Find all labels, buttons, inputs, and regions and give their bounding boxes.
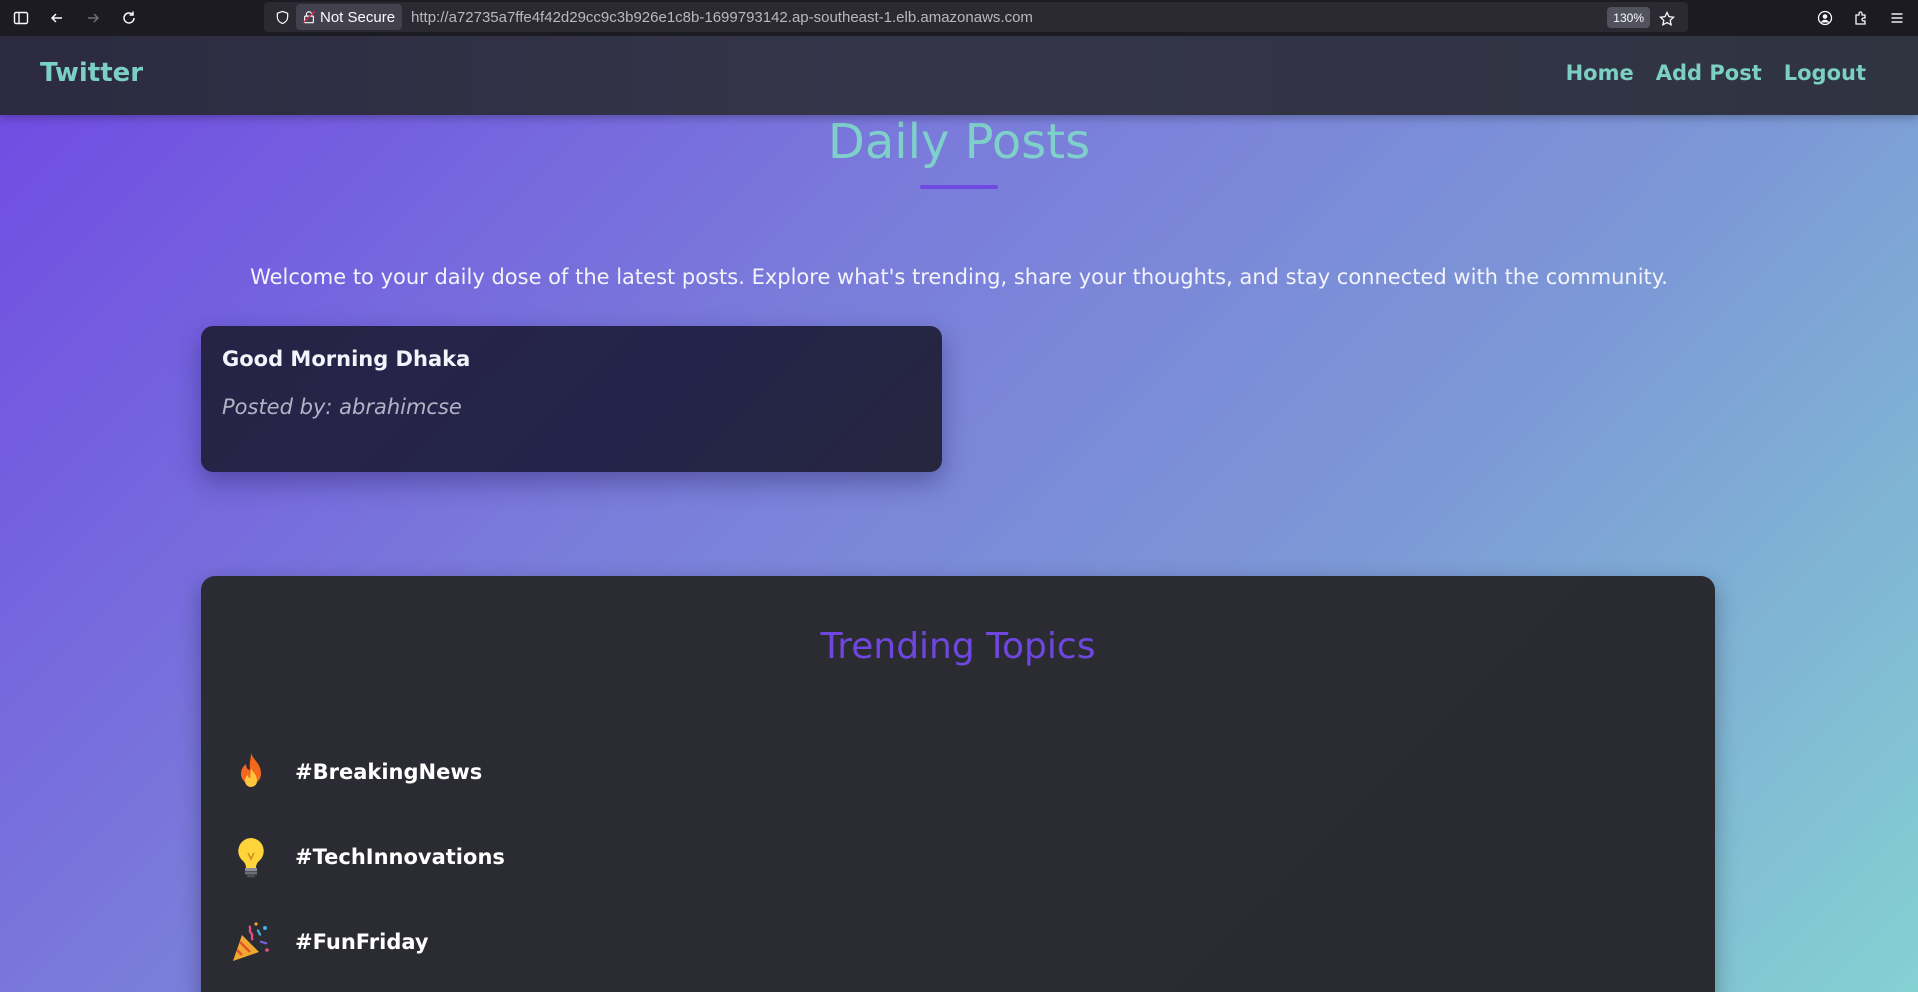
sidebar-icon [13,11,29,25]
trending-title: Trending Topics [820,626,1096,667]
trending-topic-item[interactable]: #TechInnovations [227,833,505,881]
nav-links: Home Add Post Logout [1566,61,1866,85]
post-card[interactable]: Good Morning Dhaka Posted by: abrahimcse [201,326,942,472]
forward-button[interactable] [78,3,108,33]
party-popper-icon [227,918,275,966]
address-bar[interactable]: Not Secure http://a72735a7ffe4f42d29cc9c… [264,2,1688,32]
arrow-left-icon [50,13,62,23]
browser-toolbar: Not Secure http://a72735a7ffe4f42d29cc9c… [0,0,1918,36]
account-button[interactable] [1810,3,1840,33]
navbar: Twitter Home Add Post Logout [0,36,1918,115]
page-title: Daily Posts [827,114,1091,170]
account-icon [1817,10,1833,26]
arrow-right-icon [88,13,100,23]
hamburger-icon [1891,13,1903,23]
fire-icon [227,748,275,796]
post-title: Good Morning Dhaka [222,347,471,371]
intro-text: Welcome to your daily dose of the latest… [250,265,1668,289]
page-content: Twitter Home Add Post Logout Daily Posts… [0,36,1918,992]
bookmark-button[interactable] [1652,4,1682,34]
lightbulb-icon [227,833,275,881]
nav-home-link[interactable]: Home [1566,61,1634,85]
zoom-level-badge[interactable]: 130% [1607,7,1650,28]
star-icon [1659,11,1675,27]
topic-label: #TechInnovations [295,845,505,869]
trending-topic-item[interactable]: #FunFriday [227,918,429,966]
nav-add-post-link[interactable]: Add Post [1656,61,1762,85]
insecure-lock-icon [302,10,316,24]
shield-icon[interactable] [268,2,296,32]
url-text[interactable]: http://a72735a7ffe4f42d29cc9c3b926e1c8b-… [411,9,1033,26]
extensions-button[interactable] [1846,3,1876,33]
post-author: Posted by: abrahimcse [222,395,462,419]
reload-button[interactable] [114,3,144,33]
nav-logout-link[interactable]: Logout [1784,61,1866,85]
trending-topics-panel: Trending Topics #BreakingNews #TechInnov… [201,576,1715,992]
topic-label: #BreakingNews [295,760,483,784]
puzzle-icon [1855,11,1866,25]
trending-topic-item[interactable]: #BreakingNews [227,748,482,796]
sidebar-toggle-button[interactable] [6,3,36,33]
reload-icon [123,11,135,24]
brand-logo-link[interactable]: Twitter [40,58,143,88]
back-button[interactable] [42,3,72,33]
not-secure-label: Not Secure [320,8,396,26]
title-underline-divider [920,185,998,189]
menu-button[interactable] [1882,3,1912,33]
not-secure-badge[interactable]: Not Secure [296,4,403,30]
topic-label: #FunFriday [295,930,429,954]
